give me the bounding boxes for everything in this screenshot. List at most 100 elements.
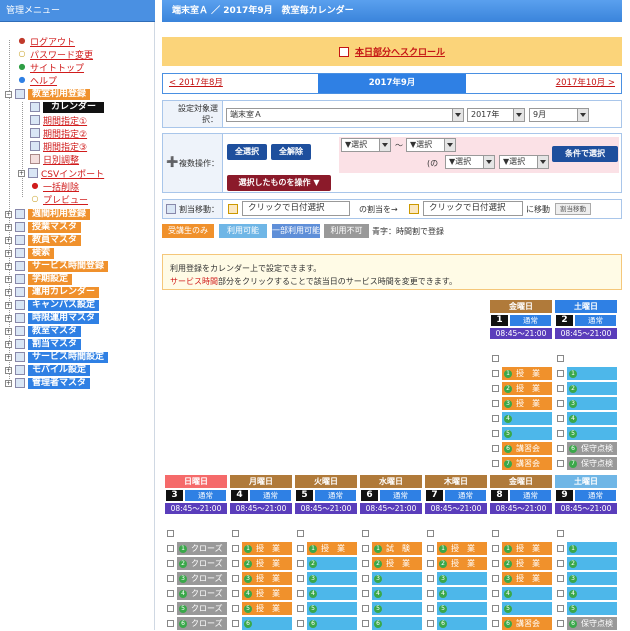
sidebar-item-label[interactable]: CSVインポート bbox=[41, 167, 104, 180]
period-cell[interactable]: 2 クローズ bbox=[177, 557, 227, 570]
slot-checkbox[interactable] bbox=[492, 445, 499, 452]
period-cell[interactable]: 3 授 業 bbox=[242, 572, 292, 585]
slot-checkbox[interactable] bbox=[362, 560, 369, 567]
service-time[interactable]: 08:45～21:00 bbox=[165, 503, 227, 514]
period-cell[interactable]: 4 bbox=[372, 587, 422, 600]
slot-checkbox[interactable] bbox=[557, 530, 564, 537]
slot-checkbox[interactable] bbox=[557, 560, 564, 567]
expand-icon[interactable]: + bbox=[5, 275, 12, 283]
from-date-input[interactable]: クリックで日付選択 bbox=[242, 201, 350, 216]
sidebar-link-help[interactable]: ● ヘルプ bbox=[17, 74, 58, 87]
slot-checkbox[interactable] bbox=[167, 575, 174, 582]
slot-checkbox[interactable] bbox=[232, 545, 239, 552]
expand-icon[interactable]: + bbox=[18, 169, 25, 177]
day-number[interactable]: 2 bbox=[556, 315, 573, 326]
slot-checkbox[interactable] bbox=[167, 590, 174, 597]
cond-select-c[interactable]: ▼選択 bbox=[445, 155, 495, 169]
slot-checkbox[interactable] bbox=[232, 620, 239, 627]
period-cell[interactable]: 2 授 業 bbox=[502, 557, 552, 570]
period-cell[interactable]: 2 授 業 bbox=[502, 382, 552, 395]
slot-checkbox[interactable] bbox=[167, 530, 174, 537]
cond-select-d[interactable]: ▼選択 bbox=[499, 155, 549, 169]
slot-checkbox[interactable] bbox=[362, 605, 369, 612]
period-cell[interactable]: 1 クローズ bbox=[177, 542, 227, 555]
period-cell[interactable]: 6 講習会 bbox=[502, 617, 552, 630]
sidebar-item-daily-adjust[interactable]: 日別調整 bbox=[30, 153, 79, 166]
slot-checkbox[interactable] bbox=[297, 530, 304, 537]
sidebar-group-label[interactable]: 教室マスタ bbox=[28, 325, 82, 337]
slot-checkbox[interactable] bbox=[297, 620, 304, 627]
slot-checkbox[interactable] bbox=[427, 590, 434, 597]
sidebar-group-label[interactable]: 管理者マスタ bbox=[28, 377, 91, 389]
service-time[interactable]: 08:45～21:00 bbox=[295, 503, 357, 514]
slot-checkbox[interactable] bbox=[362, 530, 369, 537]
sidebar-link-label[interactable]: ログアウト bbox=[30, 35, 75, 48]
month-select[interactable]: 9月 bbox=[529, 108, 589, 122]
deselect-all-button[interactable]: 全解除 bbox=[271, 144, 311, 160]
period-cell[interactable]: 1 bbox=[567, 542, 617, 555]
room-select[interactable]: 端末室Ａ bbox=[226, 108, 464, 122]
sidebar-item-label[interactable]: 日別調整 bbox=[43, 153, 79, 166]
slot-checkbox[interactable] bbox=[492, 605, 499, 612]
period-cell[interactable]: 5 クローズ bbox=[177, 602, 227, 615]
sidebar-group-room-registration[interactable]: − 教室利用登録 bbox=[5, 88, 91, 100]
year-select[interactable]: 2017年 bbox=[467, 108, 525, 122]
slot-checkbox[interactable] bbox=[492, 545, 499, 552]
sidebar-item-label[interactable]: 一括削除 bbox=[43, 180, 79, 193]
slot-checkbox[interactable] bbox=[492, 400, 499, 407]
prev-month-link[interactable]: < 2017年8月 bbox=[163, 74, 318, 93]
period-cell[interactable]: 6 保守点検 bbox=[567, 617, 617, 630]
day-number[interactable]: 7 bbox=[426, 490, 443, 501]
slot-checkbox[interactable] bbox=[427, 545, 434, 552]
sidebar-group-label[interactable]: モバイル設定 bbox=[28, 364, 91, 376]
period-cell[interactable]: 6 bbox=[372, 617, 422, 630]
period-cell[interactable]: 5 bbox=[502, 602, 552, 615]
slot-checkbox[interactable] bbox=[492, 575, 499, 582]
slot-checkbox[interactable] bbox=[557, 400, 564, 407]
period-cell[interactable]: 2 bbox=[567, 382, 617, 395]
slot-checkbox[interactable] bbox=[557, 370, 564, 377]
sidebar-group-8[interactable]: + 時限運用マスタ bbox=[5, 312, 100, 324]
day-number[interactable]: 6 bbox=[361, 490, 378, 501]
sidebar-group-1[interactable]: + 授業マスタ bbox=[5, 221, 82, 233]
day-number[interactable]: 8 bbox=[491, 490, 508, 501]
sidebar-group-13[interactable]: + 管理者マスタ bbox=[5, 377, 91, 389]
sidebar-group-11[interactable]: + サービス時間設定 bbox=[5, 351, 109, 363]
period-cell[interactable]: 5 授 業 bbox=[242, 602, 292, 615]
slot-checkbox[interactable] bbox=[492, 370, 499, 377]
service-time[interactable]: 08:45～21:00 bbox=[360, 503, 422, 514]
to-date-input[interactable]: クリックで日付選択 bbox=[423, 201, 523, 216]
sidebar-item-csv-import[interactable]: + CSVインポート bbox=[18, 167, 104, 180]
period-cell[interactable]: 5 bbox=[567, 427, 617, 440]
sidebar-group-label[interactable]: 教員マスタ bbox=[28, 234, 82, 246]
slot-checkbox[interactable] bbox=[557, 620, 564, 627]
slot-checkbox[interactable] bbox=[557, 385, 564, 392]
slot-checkbox[interactable] bbox=[492, 620, 499, 627]
sidebar-item-label[interactable]: カレンダー bbox=[43, 101, 105, 113]
sidebar-group-7[interactable]: + キャンパス設定 bbox=[5, 299, 100, 311]
expand-icon[interactable]: + bbox=[5, 249, 12, 257]
slot-checkbox[interactable] bbox=[427, 620, 434, 627]
sidebar-item-period2[interactable]: 期間指定② bbox=[30, 127, 87, 140]
period-cell[interactable]: 6 bbox=[242, 617, 292, 630]
slot-checkbox[interactable] bbox=[557, 545, 564, 552]
sidebar-group-label[interactable]: 時限運用マスタ bbox=[28, 312, 100, 324]
day-status[interactable]: 通常 bbox=[315, 490, 356, 501]
period-cell[interactable]: 3 bbox=[567, 572, 617, 585]
slot-checkbox[interactable] bbox=[297, 605, 304, 612]
day-number[interactable]: 3 bbox=[166, 490, 183, 501]
sidebar-item-label[interactable]: プレビュー bbox=[43, 193, 88, 206]
expand-icon[interactable]: + bbox=[5, 301, 12, 309]
service-time[interactable]: 08:45～21:00 bbox=[555, 503, 617, 514]
cond-select-b[interactable]: ▼選択 bbox=[406, 138, 456, 152]
slot-checkbox[interactable] bbox=[557, 605, 564, 612]
period-cell[interactable]: 4 bbox=[502, 412, 552, 425]
slot-checkbox[interactable] bbox=[492, 430, 499, 437]
slot-checkbox[interactable] bbox=[362, 590, 369, 597]
period-cell[interactable]: 6 bbox=[307, 617, 357, 630]
slot-checkbox[interactable] bbox=[492, 415, 499, 422]
expand-icon[interactable]: + bbox=[5, 314, 12, 322]
expand-icon[interactable]: + bbox=[5, 288, 12, 296]
sidebar-group-3[interactable]: + 検索 bbox=[5, 247, 55, 259]
slot-checkbox[interactable] bbox=[427, 560, 434, 567]
